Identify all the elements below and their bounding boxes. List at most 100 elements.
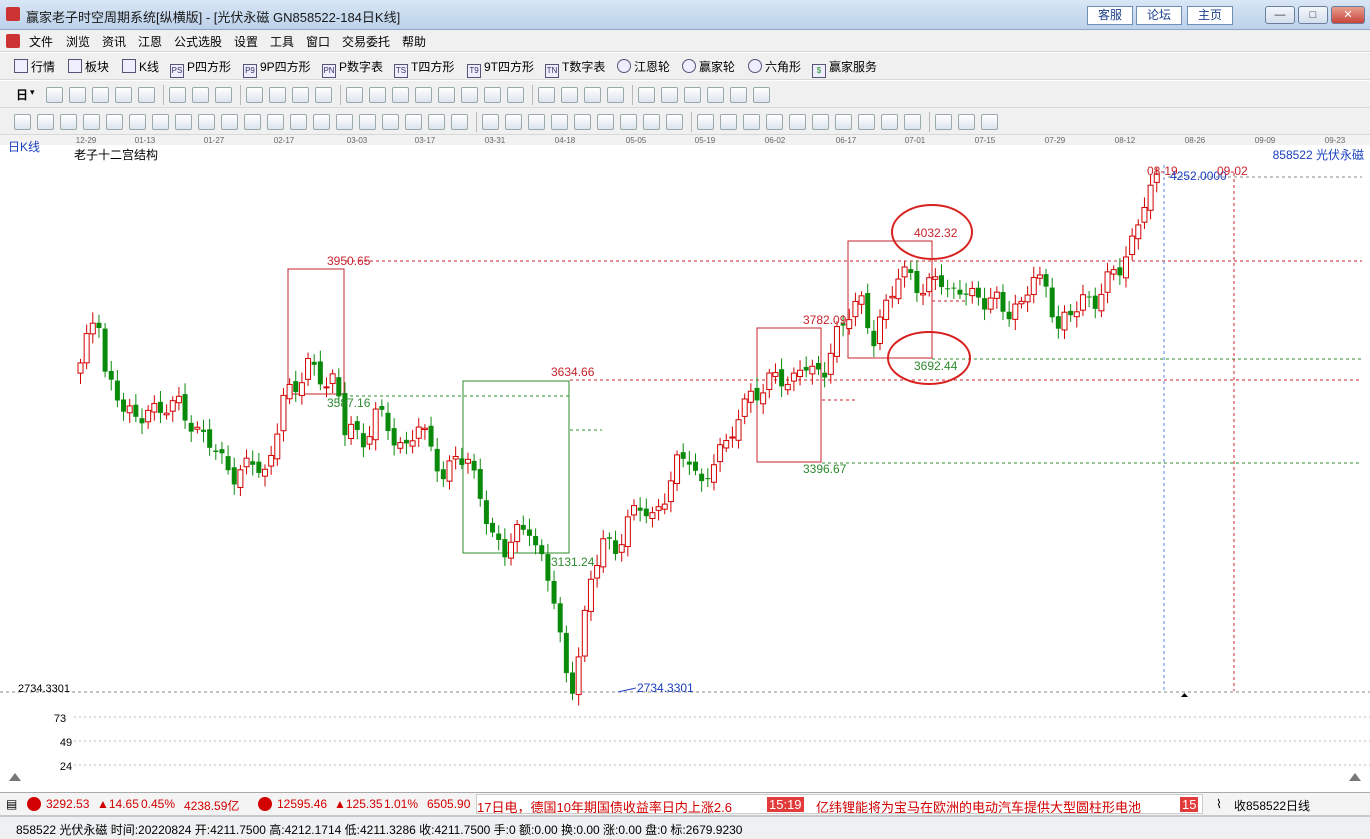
candle-up[interactable] [421, 427, 428, 431]
candle-up[interactable] [618, 544, 625, 553]
candle-up[interactable] [790, 372, 797, 382]
forum-link[interactable]: 论坛 [1136, 6, 1182, 25]
candle-up[interactable] [729, 436, 736, 439]
candle-up[interactable] [508, 541, 514, 559]
candle-up[interactable] [624, 516, 631, 547]
candle-down[interactable] [699, 473, 705, 482]
candle-down[interactable] [483, 500, 489, 525]
candle-down[interactable] [803, 366, 809, 371]
candle-down[interactable] [213, 450, 219, 452]
draw-tool-14-icon[interactable] [313, 114, 330, 130]
menu-help[interactable]: 帮助 [402, 33, 426, 50]
draw-tool-15-icon[interactable] [336, 114, 353, 130]
chart-tool-13-icon[interactable] [346, 87, 363, 103]
draw-tool-36-icon[interactable] [835, 114, 852, 130]
candle-up[interactable] [452, 456, 459, 460]
chart-tool-29-icon[interactable] [730, 87, 747, 103]
maximize-button[interactable]: □ [1298, 6, 1328, 24]
candle-up[interactable] [1012, 303, 1019, 320]
candle-down[interactable] [403, 439, 409, 444]
winner-wheel-button[interactable]: 赢家轮 [682, 59, 735, 75]
chart-tool-15-icon[interactable] [392, 87, 409, 103]
candle-up[interactable] [655, 506, 662, 511]
draw-tool-42-icon[interactable] [981, 114, 998, 130]
candle-up[interactable] [735, 419, 742, 441]
chart-tool-6-icon[interactable] [169, 87, 186, 103]
candle-down[interactable] [871, 330, 877, 347]
candle-down[interactable] [360, 433, 366, 448]
candle-down[interactable] [256, 461, 262, 473]
menu-grid-icon[interactable]: ▤ [6, 797, 17, 811]
chart-tool-23-icon[interactable] [584, 87, 601, 103]
candle-up[interactable] [1135, 224, 1142, 240]
candle-down[interactable] [570, 672, 575, 694]
candle-down[interactable] [1068, 310, 1074, 316]
candle-up[interactable] [901, 266, 908, 278]
p-square-button[interactable]: PS P四方形 [170, 59, 231, 78]
candle-down[interactable] [945, 288, 951, 290]
candle-up[interactable] [926, 277, 933, 293]
candle-up[interactable] [514, 523, 521, 543]
candle-up[interactable] [858, 295, 865, 305]
candle-up[interactable] [809, 365, 816, 375]
candle-down[interactable] [102, 328, 108, 372]
draw-tool-22-icon[interactable] [505, 114, 522, 130]
chart-tool-30-icon[interactable] [753, 87, 770, 103]
structure-box-3[interactable] [756, 327, 822, 463]
menu-settings[interactable]: 设置 [234, 33, 258, 50]
candle-up[interactable] [932, 276, 939, 280]
candle-down[interactable] [545, 554, 551, 581]
draw-tool-19-icon[interactable] [428, 114, 445, 130]
candle-down[interactable] [1055, 316, 1061, 329]
menu-news[interactable]: 资讯 [102, 33, 126, 50]
draw-tool-3-icon[interactable] [60, 114, 77, 130]
candle-up[interactable] [348, 423, 355, 439]
draw-tool-9-icon[interactable] [198, 114, 215, 130]
draw-tool-28-icon[interactable] [643, 114, 660, 130]
candle-up[interactable] [372, 408, 379, 441]
candle-up[interactable] [969, 287, 976, 297]
candle-down[interactable] [754, 387, 760, 401]
candle-down[interactable] [250, 461, 256, 465]
candle-down[interactable] [520, 524, 526, 530]
candle-up[interactable] [667, 480, 674, 503]
draw-tool-24-icon[interactable] [551, 114, 568, 130]
draw-tool-20-icon[interactable] [451, 114, 468, 130]
candle-up[interactable] [268, 455, 275, 467]
candle-up[interactable] [674, 454, 681, 485]
candle-up[interactable] [587, 578, 594, 612]
candle-up[interactable] [163, 412, 170, 416]
candle-up[interactable] [151, 403, 158, 413]
chart-tool-9-icon[interactable] [246, 87, 263, 103]
candle-up[interactable] [760, 392, 767, 405]
chart-tool-24-icon[interactable] [607, 87, 624, 103]
draw-tool-34-icon[interactable] [789, 114, 806, 130]
candle-up[interactable] [175, 395, 182, 404]
candle-down[interactable] [865, 293, 871, 329]
period-selector[interactable]: 日 [16, 87, 28, 103]
candle-up[interactable] [1024, 294, 1031, 303]
candle-down[interactable] [336, 377, 342, 397]
candle-up[interactable] [1036, 274, 1043, 279]
candle-down[interactable] [563, 632, 569, 674]
t-number-table-button[interactable]: TN T数字表 [545, 59, 605, 78]
news-ticker[interactable]: 17日电，德国10年期国债收益率日内上涨2.6 15:19 亿纬锂能将为宝马在欧… [476, 794, 1203, 814]
candle-down[interactable] [440, 469, 446, 480]
chart-tool-25-icon[interactable] [638, 87, 655, 103]
chart-tool-11-icon[interactable] [292, 87, 309, 103]
draw-tool-10-icon[interactable] [221, 114, 238, 130]
candle-up[interactable] [723, 440, 730, 449]
candle-down[interactable] [477, 469, 483, 499]
candle-down[interactable] [471, 460, 477, 471]
candle-up[interactable] [1104, 271, 1111, 293]
kline-chart[interactable]: 12-29 01-13 01-27 02-17 03-03 03-17 03-31 04-18… [0, 135, 1370, 791]
draw-tool-32-icon[interactable] [743, 114, 760, 130]
period-dropdown-icon[interactable]: ▾ [30, 87, 42, 103]
candle-up[interactable] [286, 384, 293, 400]
candle-down[interactable] [526, 529, 532, 536]
candle-up[interactable] [1079, 294, 1086, 311]
chart-tool-2-icon[interactable] [69, 87, 86, 103]
draw-tool-27-icon[interactable] [620, 114, 637, 130]
candle-up[interactable] [1061, 311, 1068, 331]
candle-down[interactable] [1086, 296, 1092, 298]
